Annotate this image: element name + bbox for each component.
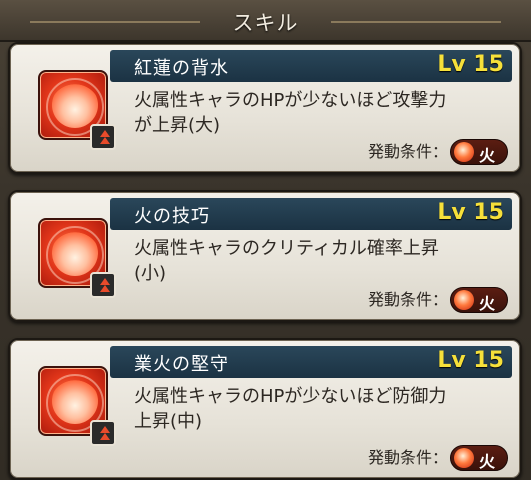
arrow-up-icon (100, 130, 110, 137)
condition-label: 発動条件： (367, 290, 448, 309)
arrow-up-icon (100, 285, 110, 292)
skill-title-bar: 火の技巧 Lv 15 (110, 198, 512, 230)
skill-card[interactable]: 火の技巧 Lv 15 火属性キャラのクリティカル確率上昇 (小) 発動条件： 火 (8, 190, 522, 322)
skill-card[interactable]: 業火の堅守 Lv 15 火属性キャラのHPが少ないほど防御力 上昇(中) 発動条… (8, 338, 522, 480)
skill-panel: スキル 紅蓮の背水 Lv 15 火属性キャラのHPが少ないほど攻撃力 が上昇(大… (0, 0, 531, 480)
flame-shape (52, 82, 98, 128)
skill-title-bar: 業火の堅守 Lv 15 (110, 346, 512, 378)
element-condition-badge: 火 (450, 139, 508, 165)
flame-shape (52, 378, 98, 424)
skill-description: 火属性キャラのHPが少ないほど攻撃力 が上昇(大) (134, 88, 504, 138)
description-line-1: 火属性キャラのHPが少ないほど防御力 (134, 386, 447, 407)
description-line-2: が上昇(大) (134, 115, 221, 136)
skill-level: Lv 15 (437, 52, 504, 77)
description-line-2: (小) (134, 263, 167, 284)
condition-label: 発動条件： (367, 448, 448, 467)
header-divider-right (331, 21, 501, 23)
element-condition-badge: 火 (450, 445, 508, 471)
backwater-up-badge-icon (90, 124, 116, 150)
fire-flame-icon (38, 70, 116, 150)
condition-label: 発動条件： (367, 142, 448, 161)
skill-level: Lv 15 (437, 348, 504, 373)
skill-description: 火属性キャラのクリティカル確率上昇 (小) (134, 236, 504, 286)
skill-title-bar: 紅蓮の背水 Lv 15 (110, 50, 512, 82)
arrow-up-icon (100, 426, 110, 433)
arrow-up-icon (100, 137, 110, 144)
description-line-1: 火属性キャラのHPが少ないほど攻撃力 (134, 90, 447, 111)
description-line-2: 上昇(中) (134, 411, 203, 432)
arrow-up-icon (100, 278, 110, 285)
skill-name: 火の技巧 (134, 206, 210, 227)
fire-flame-icon (38, 366, 116, 446)
skill-name: 紅蓮の背水 (134, 58, 229, 79)
element-condition-badge: 火 (450, 287, 508, 313)
element-name: 火 (479, 452, 496, 471)
skill-card[interactable]: 紅蓮の背水 Lv 15 火属性キャラのHPが少ないほど攻撃力 が上昇(大) 発動… (8, 42, 522, 174)
element-name: 火 (479, 294, 496, 313)
flame-shape (52, 230, 98, 276)
skill-level: Lv 15 (437, 200, 504, 225)
arrow-up-icon (100, 433, 110, 440)
defense-up-badge-icon (90, 420, 116, 446)
critical-up-badge-icon (90, 272, 116, 298)
fire-flame-icon (38, 218, 116, 298)
element-name: 火 (479, 146, 496, 165)
skill-name: 業火の堅守 (134, 354, 229, 375)
fire-element-icon (454, 290, 474, 310)
fire-element-icon (454, 142, 474, 162)
panel-header: スキル (0, 0, 531, 42)
fire-element-icon (454, 448, 474, 468)
skill-description: 火属性キャラのHPが少ないほど防御力 上昇(中) (134, 384, 504, 434)
description-line-1: 火属性キャラのクリティカル確率上昇 (134, 238, 439, 259)
